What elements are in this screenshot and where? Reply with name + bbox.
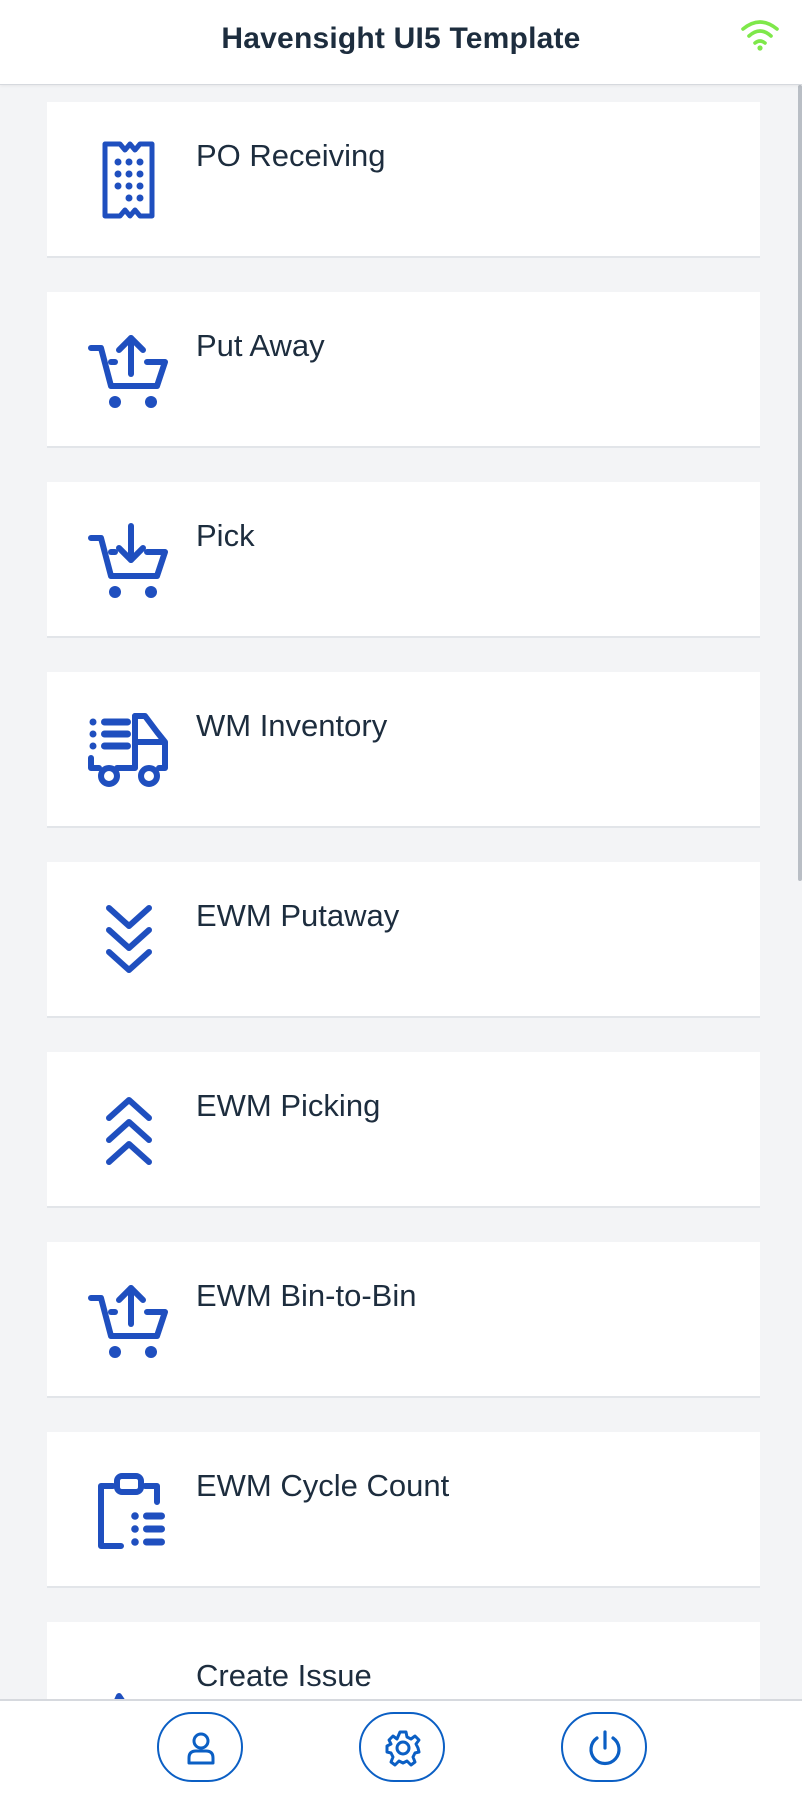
logout-button[interactable] (561, 1712, 647, 1782)
tile-list: PO Receiving Put Away Pick WM Inventory … (0, 85, 802, 1699)
tile-label: Create Issue (196, 1658, 372, 1693)
gear-icon (385, 1730, 421, 1767)
tile-pick[interactable]: Pick (47, 482, 760, 638)
tile-label: Pick (196, 518, 255, 553)
page-title: Havensight UI5 Template (221, 22, 581, 55)
power-icon (589, 1730, 621, 1766)
tile-label: EWM Picking (196, 1088, 381, 1123)
tile-label: WM Inventory (196, 708, 388, 743)
tile-po-receiving[interactable]: PO Receiving (47, 102, 760, 258)
scrollbar[interactable] (798, 85, 802, 881)
user-icon (187, 1732, 215, 1765)
tile-create-issue[interactable]: Create Issue (47, 1622, 760, 1699)
wifi-icon (738, 16, 782, 52)
tile-label: EWM Putaway (196, 898, 400, 933)
tile-ewm-putaway[interactable]: EWM Putaway (47, 862, 760, 1018)
footer-toolbar (0, 1699, 802, 1796)
tile-label: EWM Bin-to-Bin (196, 1278, 417, 1313)
clipboard-list-icon (85, 1466, 173, 1554)
receipt-icon (85, 136, 173, 224)
cart-upload-icon (85, 1276, 173, 1364)
user-profile-button[interactable] (157, 1712, 243, 1782)
tile-ewm-cycle-count[interactable]: EWM Cycle Count (47, 1432, 760, 1588)
tile-put-away[interactable]: Put Away (47, 292, 760, 448)
tile-wm-inventory[interactable]: WM Inventory (47, 672, 760, 828)
double-chevron-down-icon (85, 896, 173, 984)
app-header: Havensight UI5 Template (0, 0, 802, 85)
app-shell: Havensight UI5 Template PO Receiving Put… (0, 0, 802, 1796)
tile-label: PO Receiving (196, 138, 386, 173)
tile-label: Put Away (196, 328, 325, 363)
cart-download-icon (85, 516, 173, 604)
tile-label: EWM Cycle Count (196, 1468, 450, 1503)
settings-button[interactable] (359, 1712, 445, 1782)
create-issue-icon (85, 1656, 173, 1699)
cart-upload-icon (85, 326, 173, 414)
delivery-truck-icon (85, 706, 173, 794)
tile-ewm-bin-to-bin[interactable]: EWM Bin-to-Bin (47, 1242, 760, 1398)
double-chevron-up-icon (85, 1086, 173, 1174)
tile-ewm-picking[interactable]: EWM Picking (47, 1052, 760, 1208)
